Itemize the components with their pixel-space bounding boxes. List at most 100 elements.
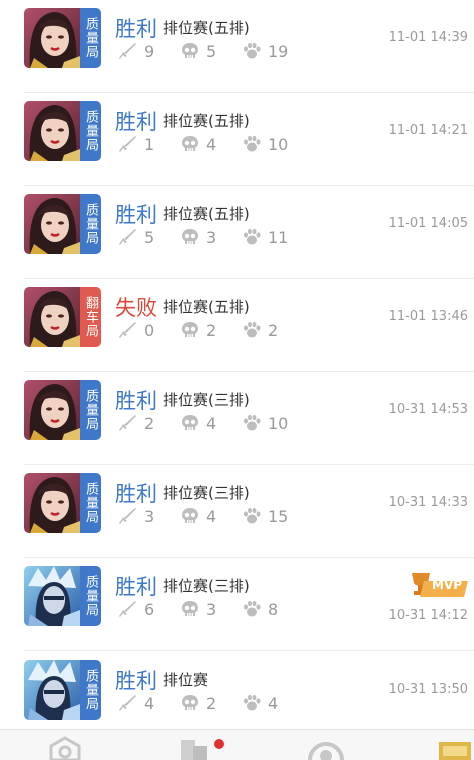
notification-dot	[214, 739, 224, 749]
assists-stat: 19	[242, 41, 288, 61]
kills-value: 1	[144, 134, 155, 154]
kills-stat: 3	[118, 506, 160, 526]
match-result: 胜利	[115, 669, 157, 693]
mvp-trophy-icon: MVP	[406, 569, 470, 603]
skull-icon	[180, 506, 206, 526]
kills-value: 5	[144, 227, 155, 247]
assists-stat: 4	[242, 693, 284, 713]
assists-stat: 10	[242, 134, 288, 154]
hero-avatar: 质量局	[24, 566, 101, 626]
assists-stat: 8	[242, 599, 284, 619]
sword-icon	[118, 599, 144, 619]
skull-icon	[180, 413, 206, 433]
kills-value: 4	[144, 693, 155, 713]
paw-icon	[242, 227, 268, 247]
hero-avatar: 翻车局	[24, 287, 101, 347]
match-time: 11-01 14:05	[388, 216, 468, 231]
assists-value: 15	[268, 506, 289, 526]
sword-icon	[118, 413, 144, 433]
match-quality-badge: 质量局	[80, 566, 101, 626]
assists-stat: 10	[242, 413, 288, 433]
assists-value: 19	[268, 41, 289, 61]
match-result: 胜利	[115, 17, 157, 41]
assists-value: 2	[268, 320, 279, 340]
kda-stats: 9 5 19	[118, 41, 308, 61]
skull-icon	[180, 320, 206, 340]
team-tab-icon[interactable]	[176, 736, 224, 760]
match-row[interactable]: 质量局 胜利 排位赛(三排) 2 4 10 10-31 14:53	[0, 372, 474, 465]
assists-stat: 11	[242, 227, 288, 247]
kda-stats: 1 4 10	[118, 134, 308, 154]
home-tab-icon[interactable]	[48, 736, 82, 760]
match-quality-badge: 质量局	[80, 8, 101, 68]
skull-icon	[180, 134, 206, 154]
assists-value: 11	[268, 227, 289, 247]
match-mode: 排位赛(五排)	[163, 19, 250, 37]
paw-icon	[242, 41, 268, 61]
kills-value: 6	[144, 599, 155, 619]
kills-stat: 1	[118, 134, 160, 154]
match-time: 10-31 14:12	[388, 608, 468, 623]
match-row[interactable]: 质量局 胜利 排位赛(三排) 3 4 15 10-31 14:33	[0, 465, 474, 558]
hero-avatar: 质量局	[24, 660, 101, 720]
match-result: 胜利	[115, 110, 157, 134]
deaths-stat: 4	[180, 506, 222, 526]
mvp-label: MVP	[432, 578, 463, 592]
match-mode: 排位赛(三排)	[163, 577, 250, 595]
match-mode: 排位赛	[163, 671, 209, 689]
deaths-stat: 3	[180, 599, 222, 619]
deaths-value: 2	[206, 320, 217, 340]
hero-avatar: 质量局	[24, 8, 101, 68]
assists-value: 4	[268, 693, 279, 713]
match-row[interactable]: 翻车局 失败 排位赛(五排) 0 2 2 11-01 13:46	[0, 279, 474, 372]
kills-value: 3	[144, 506, 155, 526]
sword-icon	[118, 41, 144, 61]
deaths-stat: 4	[180, 134, 222, 154]
sword-icon	[118, 320, 144, 340]
row-divider	[24, 650, 474, 651]
deaths-stat: 3	[180, 227, 222, 247]
match-result: 胜利	[115, 389, 157, 413]
match-row[interactable]: 质量局 胜利 排位赛(五排) 9 5 19 11-01 14:39	[0, 0, 474, 93]
match-mode: 排位赛(五排)	[163, 298, 250, 316]
kills-stat: 6	[118, 599, 160, 619]
match-time: 11-01 14:21	[388, 123, 468, 138]
match-mode: 排位赛(五排)	[163, 205, 250, 223]
assists-value: 8	[268, 599, 279, 619]
match-quality-badge: 质量局	[80, 101, 101, 161]
kills-stat: 9	[118, 41, 160, 61]
hero-avatar: 质量局	[24, 194, 101, 254]
sword-icon	[118, 693, 144, 713]
match-mode: 排位赛(五排)	[163, 112, 250, 130]
match-result: 胜利	[115, 575, 157, 599]
rank-tab-icon[interactable]	[436, 736, 474, 760]
match-row[interactable]: 质量局 胜利 排位赛(五排) 1 4 10 11-01 14:21	[0, 93, 474, 186]
deaths-value: 5	[206, 41, 217, 61]
match-time: 11-01 14:39	[388, 30, 468, 45]
match-quality-badge: 质量局	[80, 194, 101, 254]
match-mode: 排位赛(三排)	[163, 391, 250, 409]
kda-stats: 2 4 10	[118, 413, 308, 433]
match-time: 10-31 14:53	[388, 402, 468, 417]
assists-stat: 2	[242, 320, 284, 340]
bottom-tab-bar	[0, 729, 474, 760]
deaths-stat: 4	[180, 413, 222, 433]
match-result: 胜利	[115, 482, 157, 506]
sword-icon	[118, 506, 144, 526]
match-row[interactable]: 质量局 胜利 排位赛(三排) 6 3 8 MVP 10-31 14:12	[0, 558, 474, 651]
match-time: 11-01 13:46	[388, 309, 468, 324]
match-row[interactable]: 质量局 胜利 排位赛(五排) 5 3 11 11-01 14:05	[0, 186, 474, 279]
deaths-value: 2	[206, 693, 217, 713]
deaths-stat: 2	[180, 693, 222, 713]
deaths-stat: 5	[180, 41, 222, 61]
skull-icon	[180, 227, 206, 247]
match-result: 胜利	[115, 203, 157, 227]
match-tab-icon[interactable]	[306, 736, 346, 760]
match-time: 10-31 14:33	[388, 495, 468, 510]
kills-value: 0	[144, 320, 155, 340]
hero-avatar: 质量局	[24, 101, 101, 161]
paw-icon	[242, 506, 268, 526]
hero-avatar: 质量局	[24, 473, 101, 533]
paw-icon	[242, 599, 268, 619]
deaths-value: 4	[206, 506, 217, 526]
